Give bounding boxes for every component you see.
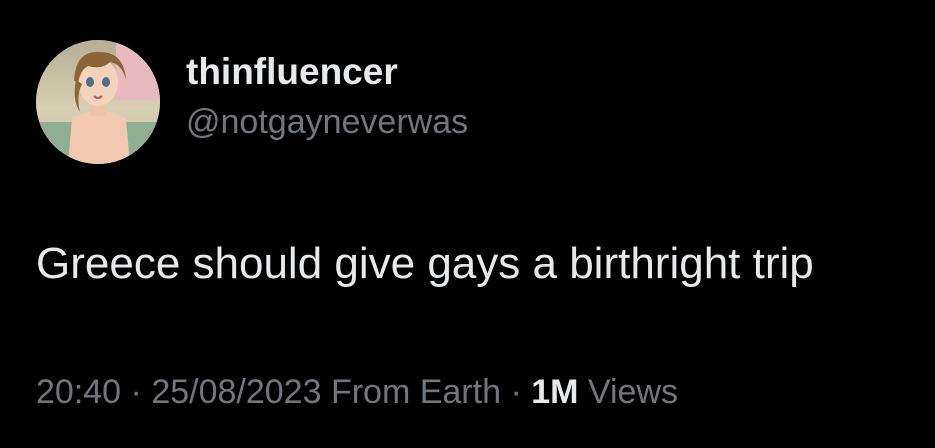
tweet-time[interactable]: 20:40 <box>36 373 121 411</box>
tweet-date[interactable]: 25/08/2023 <box>151 373 321 411</box>
views-label: Views <box>587 373 679 411</box>
meta-separator: · <box>130 373 142 411</box>
anime-character-avatar-icon <box>36 40 160 164</box>
meta-separator: · <box>510 373 522 411</box>
display-name[interactable]: thinfluencer <box>186 50 468 94</box>
tweet-card: thinfluencer @notgayneverwas Greece shou… <box>0 0 935 448</box>
tweet-text: Greece should give gays a birthright tri… <box>36 239 814 288</box>
views-count[interactable]: 1M <box>531 373 578 411</box>
user-handle[interactable]: @notgayneverwas <box>186 100 468 144</box>
tweet-source: From Earth <box>330 373 501 411</box>
tweet-meta: 20:40 · 25/08/2023 From Earth · 1M Views <box>36 370 678 414</box>
avatar[interactable] <box>36 40 160 164</box>
user-info: thinfluencer @notgayneverwas <box>186 50 468 144</box>
